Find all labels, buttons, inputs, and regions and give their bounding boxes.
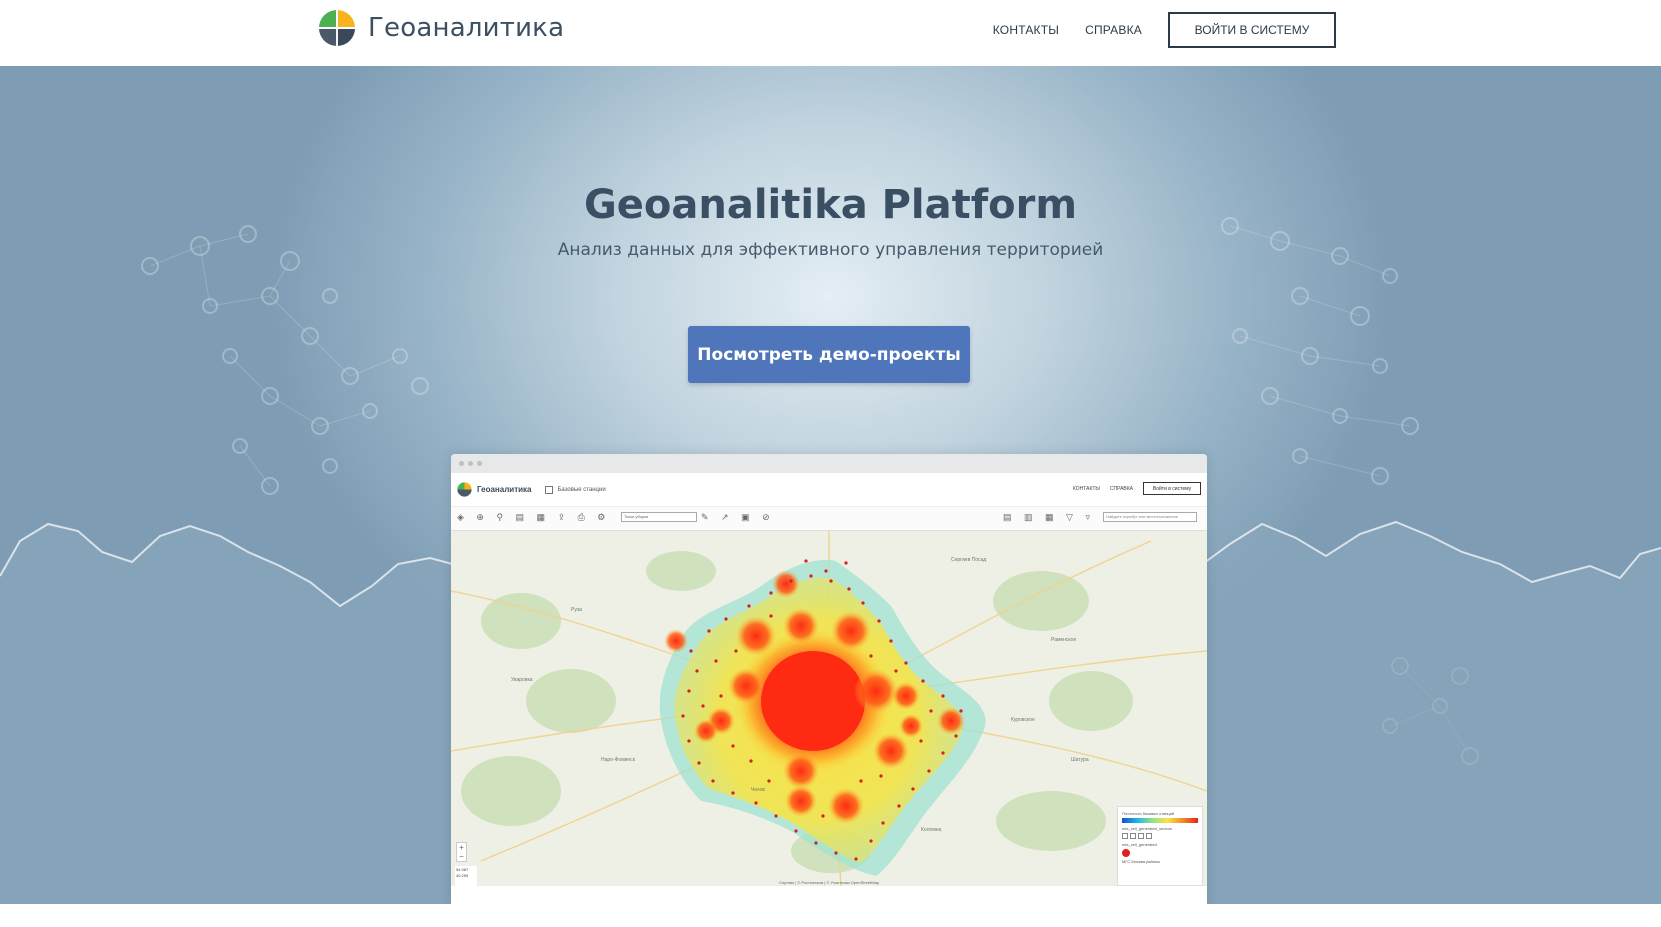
svg-text:Сергиев Посад: Сергиев Посад xyxy=(951,557,986,563)
preview-toolbar-icons: ◈ ⊕ ⚲ ▤ ▦ ⇪ ⎙ ⚙ xyxy=(457,512,611,522)
preview-login-button: Войти в систему xyxy=(1143,482,1201,495)
page-bottom-strip xyxy=(0,904,1661,927)
preview-heatmap: Руза Уваровка Наро-Фоминск Раменское Куровс… xyxy=(451,531,1207,886)
preview-brand-name: Геоаналитика xyxy=(477,485,532,494)
nav-link-help[interactable]: СПРАВКА xyxy=(1085,23,1142,37)
preview-nav-contacts: КОНТАКТЫ xyxy=(1072,485,1100,492)
svg-text:Раменское: Раменское xyxy=(1051,637,1076,643)
svg-text:Шатура: Шатура xyxy=(1071,757,1089,763)
window-dot xyxy=(468,461,473,466)
layer-grid-icon xyxy=(545,485,554,494)
svg-text:Наро-Фоминск: Наро-Фоминск xyxy=(601,757,636,763)
coords-lat: 54.987 xyxy=(456,867,469,872)
brand-name: Геоаналитика xyxy=(368,13,565,43)
preview-logo-icon xyxy=(457,482,472,497)
preview-edit-icons: ✎ ↗ ▣ ⊘ xyxy=(701,512,775,522)
map-legend: Плотность базовых станций mts_cell_gener… xyxy=(1117,806,1203,886)
preview-layer-name: Базовые станции xyxy=(557,486,606,493)
heatmap-map-graphic: Руза Уваровка Наро-Фоминск Раменское Куровс… xyxy=(451,531,1207,886)
hero-subtitle: Анализ данных для эффективного управлени… xyxy=(557,240,1104,260)
map-attribution: Спутник | © Ростелеком | © Участники Ope… xyxy=(778,880,880,885)
view-demo-projects-button[interactable]: Посмотреть демо-проекты xyxy=(688,326,970,383)
hero-section: Geoanalitika Platform Анализ данных для … xyxy=(0,66,1661,904)
preview-search: Найдите атрибут или местоположение xyxy=(1103,512,1197,522)
window-dot xyxy=(477,461,482,466)
svg-text:Чехов: Чехов xyxy=(751,787,765,793)
map-zoom-control: + − xyxy=(456,842,467,862)
legend-red-dot-icon xyxy=(1122,849,1130,857)
legend-color-scale xyxy=(1122,818,1198,823)
preview-header: Геоаналитика Базовые станции КОНТАКТЫ СП… xyxy=(451,473,1207,507)
brand[interactable]: Геоаналитика xyxy=(318,9,564,47)
preview-nav: КОНТАКТЫ СПРАВКА Войти в систему xyxy=(1073,482,1201,495)
svg-text:Куровское: Куровское xyxy=(1011,717,1035,723)
login-button[interactable]: ВОЙТИ В СИСТЕМУ xyxy=(1168,12,1336,48)
browser-chrome xyxy=(451,454,1207,473)
legend-layer-sectors: mts_cell_generated_sectors xyxy=(1122,826,1173,831)
logo-icon xyxy=(318,9,356,47)
svg-text:Коломна: Коломна xyxy=(921,827,942,833)
legend-layer-districts: МГС Москва районы xyxy=(1122,859,1161,864)
coords-lon: 40.259 xyxy=(456,873,469,878)
nav-link-contacts[interactable]: КОНТАКТЫ xyxy=(993,23,1059,37)
svg-text:Руза: Руза xyxy=(571,607,582,613)
svg-text:Уваровка: Уваровка xyxy=(511,677,533,683)
app-preview-screenshot: Геоаналитика Базовые станции КОНТАКТЫ СП… xyxy=(451,454,1207,904)
preview-toolbar: ◈ ⊕ ⚲ ▤ ▦ ⇪ ⎙ ⚙ Точки уборки ✎ ↗ ▣ ⊘ ▤ ▥… xyxy=(451,507,1207,531)
legend-sector-swatches xyxy=(1122,833,1198,839)
legend-layer-cells: mts_cell_generated xyxy=(1122,842,1157,847)
legend-title: Плотность базовых станций xyxy=(1122,811,1175,816)
main-nav: КОНТАКТЫ СПРАВКА ВОЙТИ В СИСТЕМУ xyxy=(993,12,1336,48)
hero-title: Geoanalitika Platform xyxy=(583,182,1078,228)
preview-chart-icons: ▤ ▥ ▦ ▽ ▿ xyxy=(1003,512,1095,522)
preview-nav-help: СПРАВКА xyxy=(1109,485,1133,492)
window-dot xyxy=(459,461,464,466)
top-navbar: Геоаналитика КОНТАКТЫ СПРАВКА ВОЙТИ В СИ… xyxy=(0,0,1661,66)
preview-select: Точки уборки xyxy=(621,512,697,522)
